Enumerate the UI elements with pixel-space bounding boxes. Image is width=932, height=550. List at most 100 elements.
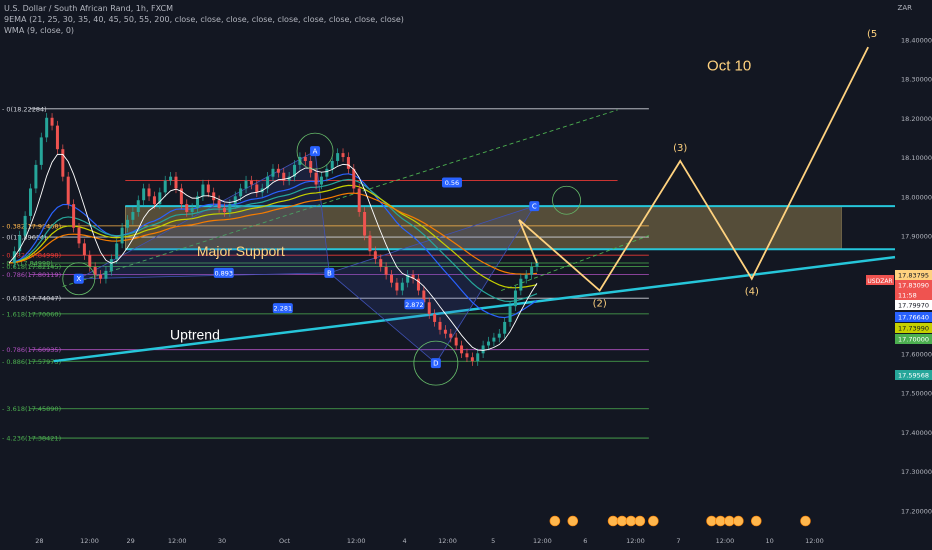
candle-body	[379, 259, 383, 267]
economic-event-icon	[625, 515, 637, 527]
candle-body	[217, 200, 221, 209]
price-badge-label: 17.83795	[898, 272, 929, 280]
price-badge-label: 11:58	[898, 292, 917, 300]
price-tick-label: 18.00000	[901, 193, 932, 201]
candle-body	[319, 176, 323, 185]
candle-body	[82, 243, 86, 256]
harmonic-xab	[78, 150, 330, 280]
candle-body	[190, 208, 194, 212]
candle-body	[185, 204, 189, 212]
price-tick-label: 17.90000	[901, 233, 932, 241]
candle-body	[443, 329, 447, 334]
fib-level-label: - 0.786(17.80119)	[2, 271, 61, 279]
candle-body	[244, 180, 248, 189]
candle-body	[201, 184, 205, 197]
wma-legend: WMA (9, close, 0)	[4, 26, 75, 35]
price-tick-label: 17.50000	[901, 390, 932, 398]
candle-body	[524, 274, 528, 279]
ratio-label: 0.893	[214, 269, 233, 277]
candle-body	[384, 266, 388, 275]
time-tick-label: 12:00	[347, 537, 366, 545]
price-tick-label: 17.30000	[901, 468, 932, 476]
candle-body	[99, 274, 103, 279]
harmonic-point-label: C	[532, 203, 537, 211]
time-tick-label: 28	[35, 537, 43, 545]
candle-body	[222, 208, 226, 212]
candle-body	[147, 188, 151, 197]
time-tick-label: 10	[766, 537, 774, 545]
time-tick-label: 4	[402, 537, 406, 545]
candle-body	[519, 278, 523, 291]
candle-body	[303, 157, 307, 161]
economic-event-icon	[634, 515, 646, 527]
candle-body	[152, 196, 156, 205]
time-tick-label: 12:00	[805, 537, 824, 545]
ratio-label: 0.56	[445, 179, 459, 187]
candle-body	[330, 160, 334, 169]
candle-body	[88, 255, 92, 267]
price-tick-label: 17.60000	[901, 350, 932, 358]
harmonic-point-label: X	[76, 275, 81, 283]
fib-level-label: - 0.618(17.74047)	[2, 295, 61, 303]
ratio-label: 2.281	[274, 305, 293, 313]
time-tick-label: 6	[583, 537, 587, 545]
currency-label: ZAR	[897, 4, 912, 12]
fib-level-label: - 1.618(17.70060)	[2, 310, 61, 318]
time-tick-label: Oct	[279, 537, 291, 545]
candle-body	[449, 333, 453, 338]
economic-event-icon	[648, 515, 659, 527]
candle-body	[125, 219, 129, 228]
candle-body	[336, 153, 340, 161]
fib-level-label: - 0.618(17.82145)	[2, 263, 61, 271]
oct-10-annotation: Oct 10	[707, 58, 751, 75]
candle-body	[271, 168, 275, 177]
time-tick-label: 30	[218, 537, 226, 545]
candle-body	[72, 204, 76, 228]
time-tick-label: 12:00	[716, 537, 735, 545]
candle-body	[50, 117, 54, 126]
major-support-annotation: Major Support	[197, 243, 285, 259]
time-tick-label: 12:00	[626, 537, 645, 545]
price-chart[interactable]: 18.40000 18.30000 18.20000 18.10000 18.00000…	[0, 0, 932, 550]
candle-body	[476, 353, 480, 362]
candle-body	[66, 176, 70, 205]
candle-body	[460, 345, 464, 354]
economic-event-icon	[733, 515, 744, 527]
candle-body	[530, 266, 534, 275]
candle-body	[228, 204, 232, 212]
candle-body	[233, 196, 237, 205]
candle-body	[433, 314, 437, 322]
candle-body	[395, 282, 399, 291]
economic-event-icon	[616, 515, 628, 527]
price-badge-label: 17.83090	[898, 282, 929, 290]
time-tick-label: 12:00	[533, 537, 552, 545]
candle-body	[163, 180, 167, 193]
candle-body	[352, 168, 356, 189]
economic-event-icon	[724, 515, 735, 527]
candle-body	[142, 188, 146, 201]
candle-body	[400, 282, 404, 291]
candle-body	[55, 125, 59, 150]
ratio-label: 2.872	[405, 301, 424, 309]
price-badge-label: 17.70000	[898, 336, 929, 344]
time-tick-label: 12:00	[168, 537, 187, 545]
time-tick-label: 5	[491, 537, 495, 545]
candle-body	[136, 200, 140, 212]
candle-body	[249, 180, 253, 185]
ema-legend: 9EMA (21, 25, 30, 35, 40, 45, 50, 55, 20…	[4, 15, 404, 24]
candle-body	[276, 168, 280, 173]
candle-body	[174, 176, 178, 189]
candle-body	[535, 263, 539, 267]
fib-level-label: - 3.618(17.45890)	[2, 405, 61, 413]
candle-body	[23, 215, 27, 236]
harmonic-point-label: D	[433, 360, 438, 368]
candle-body	[45, 117, 49, 138]
price-badge-label: 17.76640	[898, 314, 929, 322]
candle-body	[77, 227, 81, 244]
price-tick-label: 18.40000	[901, 36, 932, 44]
candle-body	[508, 306, 512, 322]
price-tick-label: 18.30000	[901, 76, 932, 84]
candle-body	[357, 188, 361, 212]
candle-body	[368, 235, 372, 252]
fib-level-label: - 0.786(17.60935)	[2, 346, 61, 354]
